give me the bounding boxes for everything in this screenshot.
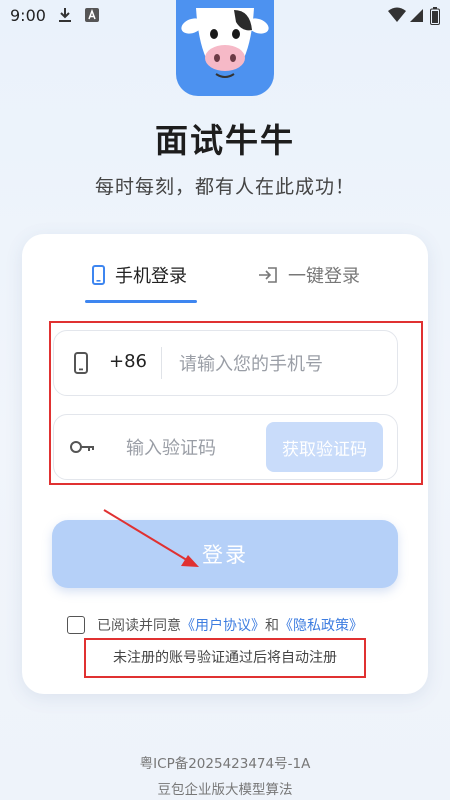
phone-icon: [92, 265, 105, 285]
download-icon: [58, 7, 72, 27]
privacy-policy-link[interactable]: 《隐私政策》: [279, 615, 363, 635]
cow-face-logo: [181, 8, 269, 78]
tab-phone-login-label: 手机登录: [115, 266, 187, 287]
user-agreement-link[interactable]: 《用户协议》: [181, 615, 265, 635]
status-time: 9:00: [10, 6, 46, 25]
tab-phone-login[interactable]: 手机登录: [92, 262, 187, 288]
auto-register-note: 未注册的账号验证通过后将自动注册: [84, 638, 366, 678]
algorithm-record[interactable]: 豆包企业版大模型算法: [0, 778, 450, 798]
agreement-row: 已阅读并同意 《用户协议》 和 《隐私政策》: [67, 614, 363, 636]
agreement-checkbox[interactable]: [67, 616, 85, 634]
wifi-icon: [388, 7, 406, 27]
active-tab-indicator: [85, 300, 197, 303]
app-logo: [176, 0, 274, 96]
tab-one-key-login-label: 一键登录: [288, 266, 360, 287]
cellular-signal-icon: [410, 7, 424, 27]
tab-one-key-login[interactable]: 一键登录: [258, 262, 360, 288]
app-slogan: 每时每刻，都有人在此成功！: [94, 176, 355, 198]
agreement-and: 和: [265, 618, 279, 634]
agreement-prefix: 已阅读并同意: [97, 618, 181, 634]
icp-record[interactable]: 粤ICP备2025423474号-1A: [0, 752, 450, 772]
battery-icon: [430, 7, 440, 29]
a-app-icon: [85, 7, 99, 26]
input-highlight-frame: [49, 321, 423, 485]
login-button[interactable]: 登录: [52, 520, 398, 588]
login-arrow-icon: [258, 266, 278, 284]
app-title: 面试牛牛: [155, 121, 295, 160]
